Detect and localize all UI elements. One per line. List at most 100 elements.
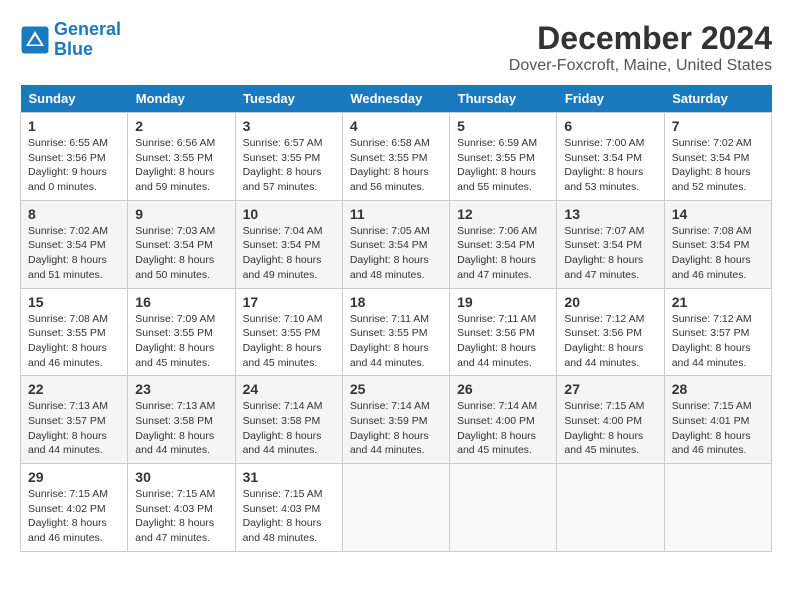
day-info: Sunrise: 7:08 AMSunset: 3:54 PMDaylight:… — [672, 224, 764, 283]
day-number: 29 — [28, 469, 120, 485]
day-info: Sunrise: 7:15 AMSunset: 4:02 PMDaylight:… — [28, 487, 120, 546]
day-number: 10 — [243, 206, 335, 222]
day-info: Sunrise: 7:15 AMSunset: 4:03 PMDaylight:… — [135, 487, 227, 546]
calendar-cell: 20 Sunrise: 7:12 AMSunset: 3:56 PMDayligh… — [557, 288, 664, 376]
day-info: Sunrise: 7:06 AMSunset: 3:54 PMDaylight:… — [457, 224, 549, 283]
day-number: 23 — [135, 381, 227, 397]
calendar-cell: 9Sunrise: 7:03 AMSunset: 3:54 PMDaylight… — [128, 200, 235, 288]
day-info: Sunrise: 7:11 AMSunset: 3:55 PMDaylight:… — [350, 312, 442, 371]
calendar-cell: 2 Sunrise: 6:56 AMSunset: 3:55 PMDaylight… — [128, 113, 235, 201]
day-info: Sunrise: 7:00 AMSunset: 3:54 PMDaylight:… — [564, 136, 656, 195]
day-number: 28 — [672, 381, 764, 397]
calendar-cell: 13Sunrise: 7:07 AMSunset: 3:54 PMDayligh… — [557, 200, 664, 288]
day-info: Sunrise: 7:10 AMSunset: 3:55 PMDaylight:… — [243, 312, 335, 371]
logo-icon — [20, 25, 50, 55]
day-info: Sunrise: 7:02 AMSunset: 3:54 PMDaylight:… — [672, 136, 764, 195]
day-info: Sunrise: 6:57 AMSunset: 3:55 PMDaylight:… — [243, 136, 335, 195]
calendar-cell: 25Sunrise: 7:14 AMSunset: 3:59 PMDayligh… — [342, 376, 449, 464]
day-info: Sunrise: 7:07 AMSunset: 3:54 PMDaylight:… — [564, 224, 656, 283]
day-number: 1 — [28, 118, 120, 134]
day-info: Sunrise: 7:05 AMSunset: 3:54 PMDaylight:… — [350, 224, 442, 283]
calendar-cell: 30 Sunrise: 7:15 AMSunset: 4:03 PMDayligh… — [128, 464, 235, 552]
day-info: Sunrise: 7:12 AMSunset: 3:57 PMDaylight:… — [672, 312, 764, 371]
day-info: Sunrise: 6:59 AMSunset: 3:55 PMDaylight:… — [457, 136, 549, 195]
logo: General Blue — [20, 20, 121, 60]
column-header-monday: Monday — [128, 85, 235, 113]
calendar-cell: 19 Sunrise: 7:11 AMSunset: 3:56 PMDayligh… — [450, 288, 557, 376]
day-info: Sunrise: 7:09 AMSunset: 3:55 PMDaylight:… — [135, 312, 227, 371]
calendar-cell: 4 Sunrise: 6:58 AMSunset: 3:55 PMDaylight… — [342, 113, 449, 201]
calendar-cell: 27 Sunrise: 7:15 AMSunset: 4:00 PMDayligh… — [557, 376, 664, 464]
calendar-cell: 3 Sunrise: 6:57 AMSunset: 3:55 PMDaylight… — [235, 113, 342, 201]
day-number: 3 — [243, 118, 335, 134]
calendar-cell: 31Sunrise: 7:15 AMSunset: 4:03 PMDayligh… — [235, 464, 342, 552]
calendar-cell: 7 Sunrise: 7:02 AMSunset: 3:54 PMDaylight… — [664, 113, 771, 201]
day-number: 6 — [564, 118, 656, 134]
calendar-cell: 6 Sunrise: 7:00 AMSunset: 3:54 PMDaylight… — [557, 113, 664, 201]
calendar-cell — [450, 464, 557, 552]
day-info: Sunrise: 6:58 AMSunset: 3:55 PMDaylight:… — [350, 136, 442, 195]
day-number: 22 — [28, 381, 120, 397]
calendar-cell: 5 Sunrise: 6:59 AMSunset: 3:55 PMDaylight… — [450, 113, 557, 201]
calendar-cell — [342, 464, 449, 552]
day-number: 20 — [564, 294, 656, 310]
page-subtitle: Dover-Foxcroft, Maine, United States — [509, 57, 772, 75]
column-header-friday: Friday — [557, 85, 664, 113]
day-number: 12 — [457, 206, 549, 222]
day-number: 24 — [243, 381, 335, 397]
day-number: 18 — [350, 294, 442, 310]
day-info: Sunrise: 7:02 AMSunset: 3:54 PMDaylight:… — [28, 224, 120, 283]
day-number: 2 — [135, 118, 227, 134]
day-number: 31 — [243, 469, 335, 485]
logo-line2: Blue — [54, 39, 93, 59]
day-info: Sunrise: 7:14 AMSunset: 4:00 PMDaylight:… — [457, 399, 549, 458]
day-info: Sunrise: 7:14 AMSunset: 3:58 PMDaylight:… — [243, 399, 335, 458]
day-info: Sunrise: 7:12 AMSunset: 3:56 PMDaylight:… — [564, 312, 656, 371]
calendar-cell: 26Sunrise: 7:14 AMSunset: 4:00 PMDayligh… — [450, 376, 557, 464]
day-number: 5 — [457, 118, 549, 134]
column-header-saturday: Saturday — [664, 85, 771, 113]
day-number: 19 — [457, 294, 549, 310]
page-title: December 2024 — [509, 20, 772, 57]
page-header: General Blue December 2024 Dover-Foxcrof… — [20, 20, 772, 75]
day-info: Sunrise: 7:14 AMSunset: 3:59 PMDaylight:… — [350, 399, 442, 458]
logo-line1: General — [54, 19, 121, 39]
day-number: 17 — [243, 294, 335, 310]
calendar-cell: 10Sunrise: 7:04 AMSunset: 3:54 PMDayligh… — [235, 200, 342, 288]
calendar-cell: 14 Sunrise: 7:08 AMSunset: 3:54 PMDayligh… — [664, 200, 771, 288]
day-number: 21 — [672, 294, 764, 310]
header-row: SundayMondayTuesdayWednesdayThursdayFrid… — [21, 85, 772, 113]
day-info: Sunrise: 6:56 AMSunset: 3:55 PMDaylight:… — [135, 136, 227, 195]
column-header-sunday: Sunday — [21, 85, 128, 113]
column-header-thursday: Thursday — [450, 85, 557, 113]
calendar-cell: 17 Sunrise: 7:10 AMSunset: 3:55 PMDayligh… — [235, 288, 342, 376]
calendar-cell: 8 Sunrise: 7:02 AMSunset: 3:54 PMDaylight… — [21, 200, 128, 288]
day-number: 4 — [350, 118, 442, 134]
day-number: 27 — [564, 381, 656, 397]
day-info: Sunrise: 6:55 AMSunset: 3:56 PMDaylight:… — [28, 136, 120, 195]
calendar-cell: 16Sunrise: 7:09 AMSunset: 3:55 PMDayligh… — [128, 288, 235, 376]
calendar-week-2: 8 Sunrise: 7:02 AMSunset: 3:54 PMDaylight… — [21, 200, 772, 288]
day-number: 14 — [672, 206, 764, 222]
calendar-table: SundayMondayTuesdayWednesdayThursdayFrid… — [20, 85, 772, 552]
day-number: 30 — [135, 469, 227, 485]
calendar-cell: 23 Sunrise: 7:13 AMSunset: 3:58 PMDayligh… — [128, 376, 235, 464]
calendar-cell: 29 Sunrise: 7:15 AMSunset: 4:02 PMDayligh… — [21, 464, 128, 552]
title-block: December 2024 Dover-Foxcroft, Maine, Uni… — [509, 20, 772, 75]
calendar-cell — [557, 464, 664, 552]
day-info: Sunrise: 7:15 AMSunset: 4:00 PMDaylight:… — [564, 399, 656, 458]
day-number: 9 — [135, 206, 227, 222]
calendar-cell — [664, 464, 771, 552]
column-header-wednesday: Wednesday — [342, 85, 449, 113]
calendar-week-3: 15Sunrise: 7:08 AMSunset: 3:55 PMDayligh… — [21, 288, 772, 376]
day-info: Sunrise: 7:11 AMSunset: 3:56 PMDaylight:… — [457, 312, 549, 371]
calendar-week-5: 29 Sunrise: 7:15 AMSunset: 4:02 PMDayligh… — [21, 464, 772, 552]
day-info: Sunrise: 7:13 AMSunset: 3:58 PMDaylight:… — [135, 399, 227, 458]
day-info: Sunrise: 7:15 AMSunset: 4:01 PMDaylight:… — [672, 399, 764, 458]
calendar-cell: 1 Sunrise: 6:55 AMSunset: 3:56 PMDaylight… — [21, 113, 128, 201]
day-number: 7 — [672, 118, 764, 134]
calendar-cell: 24 Sunrise: 7:14 AMSunset: 3:58 PMDayligh… — [235, 376, 342, 464]
day-number: 8 — [28, 206, 120, 222]
day-info: Sunrise: 7:13 AMSunset: 3:57 PMDaylight:… — [28, 399, 120, 458]
calendar-cell: 11Sunrise: 7:05 AMSunset: 3:54 PMDayligh… — [342, 200, 449, 288]
